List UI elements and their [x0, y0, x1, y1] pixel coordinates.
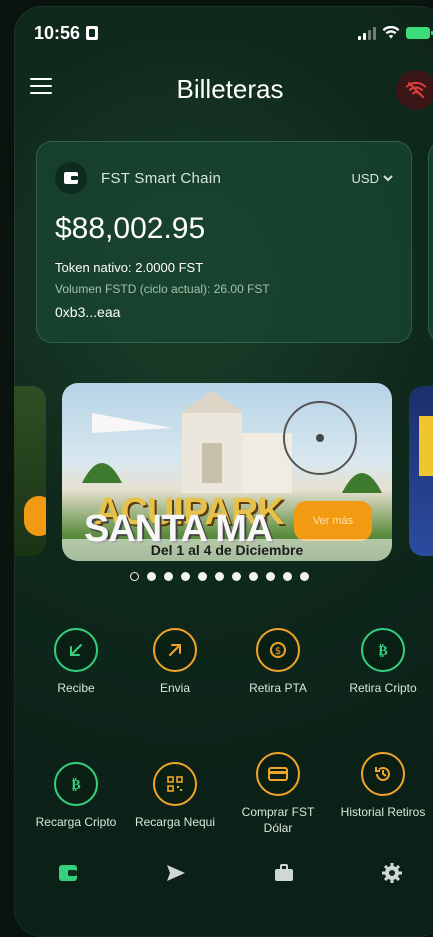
carousel-dot[interactable] — [283, 572, 292, 581]
card-icon — [256, 752, 300, 796]
wallet-card-header: FST Smart Chain USD — [55, 162, 393, 194]
native-token-text: Token nativo: 2.0000 FST — [55, 260, 204, 275]
battery-charging-icon — [406, 27, 433, 39]
history-icon — [361, 752, 405, 796]
balance-amount: $88,002.95 — [55, 212, 206, 245]
promo-banner[interactable]: ACUIPARK SANTA MA Ver más Del 1 al 4 de … — [62, 383, 392, 561]
volume-text: Volumen FSTD (ciclo actual): 26.00 FST — [55, 282, 270, 296]
gear-icon — [382, 863, 402, 883]
wallet-card[interactable]: FST Smart Chain USD $88,002.95 Token nat… — [36, 141, 412, 343]
bitcoin-icon: ₿ — [361, 628, 405, 672]
withdrawal-history-button[interactable]: Historial Retiros — [333, 752, 433, 820]
status-bar: 10:56 — [34, 20, 433, 46]
sim-icon — [86, 26, 99, 40]
carousel-dot[interactable] — [164, 572, 173, 581]
bitcoin-icon: ₿ — [54, 762, 98, 806]
svg-text:₿: ₿ — [71, 777, 80, 793]
recharge-nequi-button[interactable]: Recarga Nequi — [125, 762, 225, 830]
withdraw-crypto-label: Retira Cripto — [349, 681, 417, 695]
svg-text:$: $ — [275, 646, 281, 657]
qr-code-icon — [153, 762, 197, 806]
bottom-tab-bar — [14, 848, 433, 898]
page-title: Billeteras — [176, 74, 284, 104]
carousel-dot[interactable] — [232, 572, 241, 581]
tab-business[interactable] — [259, 853, 309, 893]
status-time: 10:56 — [34, 22, 99, 44]
carousel-dot[interactable] — [300, 572, 309, 581]
withdrawal-history-label: Historial Retiros — [340, 805, 426, 819]
withdraw-crypto-button[interactable]: ₿ Retira Cripto — [333, 628, 433, 696]
wallet-icon — [55, 162, 87, 194]
carousel-dot[interactable] — [266, 572, 275, 581]
tab-wallet[interactable] — [43, 853, 93, 893]
receive-button[interactable]: Recibe — [26, 628, 126, 696]
withdraw-pta-label: Retira PTA — [249, 681, 307, 695]
carousel-dot[interactable] — [215, 572, 224, 581]
prev-banner-button[interactable] — [24, 496, 46, 536]
tab-send[interactable] — [151, 853, 201, 893]
wallet-address[interactable]: 0xb3...eaa — [55, 304, 120, 320]
currency-label: USD — [351, 170, 379, 186]
carousel-dot[interactable] — [249, 572, 258, 581]
next-banner[interactable] — [409, 386, 433, 556]
briefcase-icon — [275, 864, 293, 881]
wifi-icon — [382, 26, 400, 39]
carousel-dot[interactable] — [147, 572, 156, 581]
next-wallet-card[interactable] — [428, 141, 433, 343]
status-icons — [358, 26, 433, 40]
currency-selector[interactable]: USD — [352, 171, 393, 186]
chain-name: FST Smart Chain — [101, 169, 222, 187]
send-label: Envia — [159, 681, 191, 695]
signal-icon — [358, 26, 376, 40]
arrow-down-left-icon — [54, 628, 98, 672]
send-button[interactable]: Envia — [125, 628, 225, 696]
arrow-up-right-icon — [153, 628, 197, 672]
carousel-dot[interactable] — [198, 572, 207, 581]
banner-cta-button[interactable]: Ver más — [294, 501, 372, 541]
banner-subtitle: Del 1 al 4 de Diciembre — [62, 539, 392, 561]
buy-fst-dollar-label: Comprar FST Dólar — [241, 805, 315, 835]
currency-exchange-icon: $ — [256, 628, 300, 672]
tab-settings[interactable] — [367, 853, 417, 893]
wifi-off-icon[interactable] — [396, 70, 433, 110]
carousel-dot[interactable] — [181, 572, 190, 581]
svg-text:₿: ₿ — [378, 643, 387, 659]
clock-text: 10:56 — [34, 22, 81, 43]
carousel-dots[interactable] — [130, 572, 309, 581]
app-screen: 10:56 Billeteras FST Smart Chain USD $88… — [14, 6, 433, 937]
withdraw-pta-button[interactable]: $ Retira PTA — [228, 628, 328, 696]
send-icon — [167, 865, 185, 881]
buy-fst-dollar-button[interactable]: Comprar FST Dólar — [228, 752, 328, 836]
header: Billeteras — [14, 64, 433, 116]
recharge-crypto-label: Recarga Cripto — [35, 815, 117, 829]
recharge-nequi-label: Recarga Nequi — [134, 815, 216, 829]
chevron-down-icon — [383, 175, 393, 182]
receive-label: Recibe — [57, 681, 95, 695]
wallet-icon — [59, 865, 77, 881]
recharge-crypto-button[interactable]: ₿ Recarga Cripto — [26, 762, 126, 830]
carousel-dot[interactable] — [130, 572, 139, 581]
prev-banner[interactable] — [14, 386, 46, 556]
